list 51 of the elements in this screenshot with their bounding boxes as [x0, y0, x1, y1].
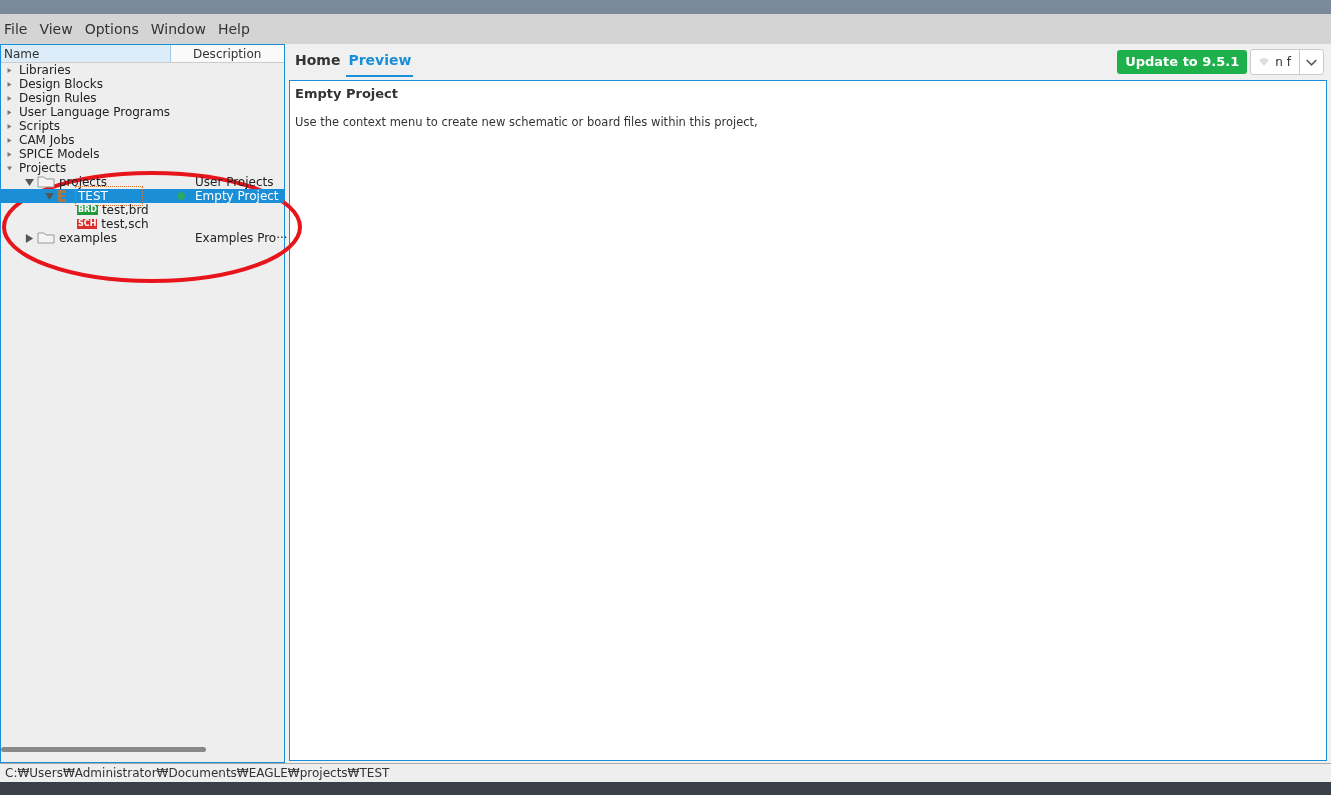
tree-row[interactable]: SCH test,sch: [1, 217, 284, 231]
tree-row[interactable]: BRD test,brd: [1, 203, 284, 217]
menu-item[interactable]: View: [39, 18, 73, 40]
tree-row[interactable]: TEST Empty Project: [1, 189, 284, 203]
expand-arrow-icon[interactable]: [25, 233, 34, 243]
tab[interactable]: Home: [293, 47, 343, 77]
expand-arrow-icon[interactable]: [7, 151, 12, 157]
tree-row[interactable]: SPICE Models: [1, 147, 284, 161]
tree-label: examples: [59, 230, 117, 247]
expand-arrow-icon[interactable]: [7, 95, 12, 101]
wifi-icon: [1259, 58, 1270, 66]
tree-row[interactable]: CAM Jobs: [1, 133, 284, 147]
preview-title: Empty Project: [295, 85, 399, 103]
tree-row[interactable]: Design Blocks: [1, 77, 284, 91]
file-icon: SCH: [77, 219, 98, 229]
tree-row[interactable]: Scripts: [1, 119, 284, 133]
menu-item[interactable]: Help: [217, 18, 250, 40]
expand-arrow-icon[interactable]: [7, 109, 12, 115]
tree-label: SPICE Models: [19, 147, 100, 162]
user-name: n f: [1275, 54, 1291, 71]
project-icon: [57, 189, 67, 203]
column-header[interactable]: Name: [1, 45, 171, 62]
collapse-arrow-icon[interactable]: [25, 177, 34, 187]
tree-row[interactable]: User Language Programs: [1, 105, 284, 119]
expand-arrow-icon[interactable]: [7, 123, 12, 129]
tree-label: Design Blocks: [19, 76, 103, 92]
tree-row[interactable]: Design Rules: [1, 91, 284, 105]
account-button[interactable]: n f: [1250, 49, 1324, 75]
expand-arrow-icon[interactable]: [7, 81, 12, 87]
tree-row[interactable]: Projects: [1, 161, 284, 175]
menu-item[interactable]: Options: [84, 18, 139, 40]
preview-text: Use the context menu to create new schematic or board files within this project,: [295, 113, 759, 131]
status-path: C:₩Users₩Administrator₩Documents₩EAGLE₩projects₩TEST: [5, 767, 390, 779]
tree-label: User Language Programs: [19, 105, 171, 120]
scrollbar[interactable]: [1, 747, 206, 752]
column-header[interactable]: Description: [171, 45, 284, 62]
tree-row[interactable]: Libraries: [1, 63, 284, 77]
tree-label: Libraries: [19, 62, 71, 78]
tree-description: Empty Project: [195, 189, 279, 205]
menu-item[interactable]: Window: [150, 18, 206, 40]
collapse-arrow-icon[interactable]: [7, 165, 12, 171]
menu-item[interactable]: File: [4, 18, 28, 40]
expand-arrow-icon[interactable]: [7, 67, 12, 73]
file-icon: BRD: [77, 205, 98, 215]
tree-label: CAM Jobs: [19, 133, 75, 148]
tree-label: Projects: [19, 160, 67, 176]
tree-label: test,sch: [101, 216, 149, 232]
expand-arrow-icon[interactable]: [7, 137, 12, 143]
tree-label: Design Rules: [19, 91, 97, 107]
tree-label: Scripts: [19, 119, 61, 134]
folder-icon: [37, 232, 55, 244]
